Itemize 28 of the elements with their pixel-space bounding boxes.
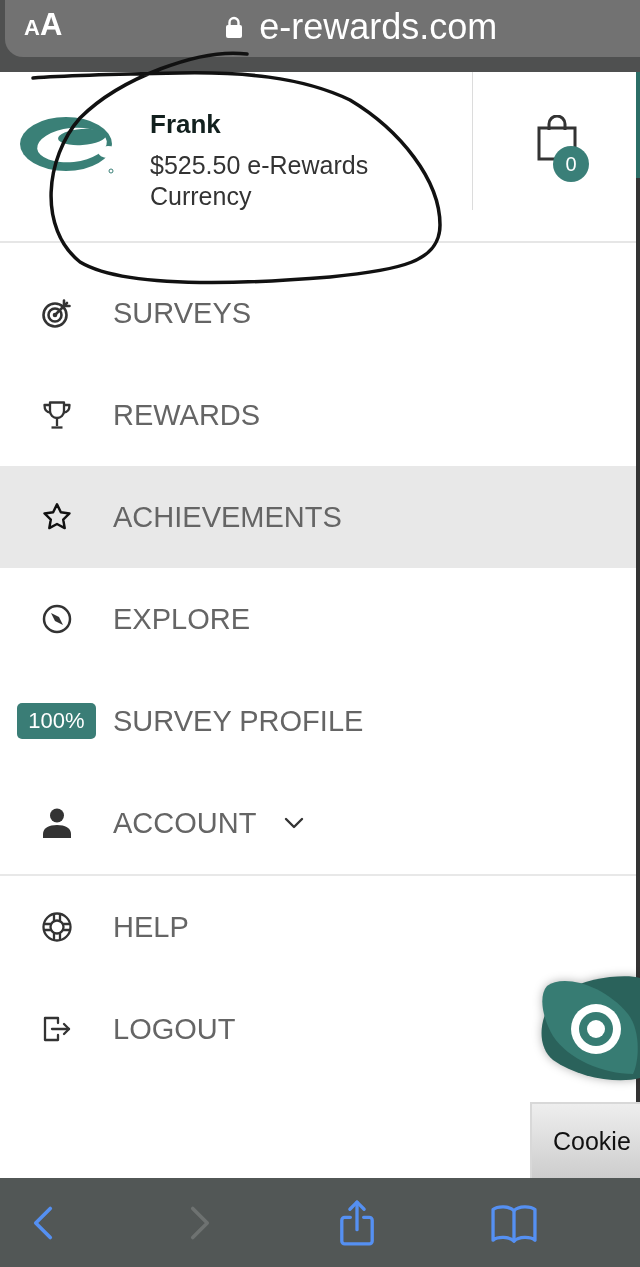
user-name: Frank xyxy=(150,108,222,140)
cookie-button[interactable]: Cookie xyxy=(530,1102,640,1178)
compass-icon xyxy=(41,604,72,634)
chevron-left-icon xyxy=(33,1204,53,1241)
menu-item[interactable]: HELP xyxy=(0,876,528,978)
cart-button[interactable]: 0 xyxy=(537,115,590,182)
menu-item[interactable]: ACCOUNT xyxy=(0,772,528,874)
chevron-right-icon xyxy=(190,1204,210,1241)
cart-count-badge: 0 xyxy=(553,146,589,182)
menu-item[interactable]: ACHIEVEMENTS xyxy=(0,466,636,568)
menu-item[interactable]: REWARDS xyxy=(0,364,528,466)
lifebuoy-icon xyxy=(41,912,72,942)
star-icon xyxy=(41,502,72,532)
logout-icon xyxy=(41,1014,72,1044)
person-icon xyxy=(41,808,72,838)
target-arrow-icon xyxy=(41,298,72,328)
url-text[interactable]: e-rewards.com xyxy=(259,5,498,48)
open-book-icon xyxy=(490,1202,538,1243)
share-icon xyxy=(338,1198,376,1247)
menu-item[interactable]: EXPLORE xyxy=(0,568,528,670)
balance-text: $525.50 e-Rewards Currency xyxy=(150,150,370,212)
logo-icon xyxy=(20,115,114,175)
trophy-icon xyxy=(41,400,72,430)
completion-badge: 100% xyxy=(17,703,96,739)
menu-item[interactable]: LOGOUT xyxy=(0,978,528,1080)
text-size-button[interactable]: AA xyxy=(24,7,63,46)
menu-item[interactable]: SURVEYS xyxy=(0,262,528,364)
menu-item[interactable]: 100% SURVEY PROFILE xyxy=(0,670,528,772)
